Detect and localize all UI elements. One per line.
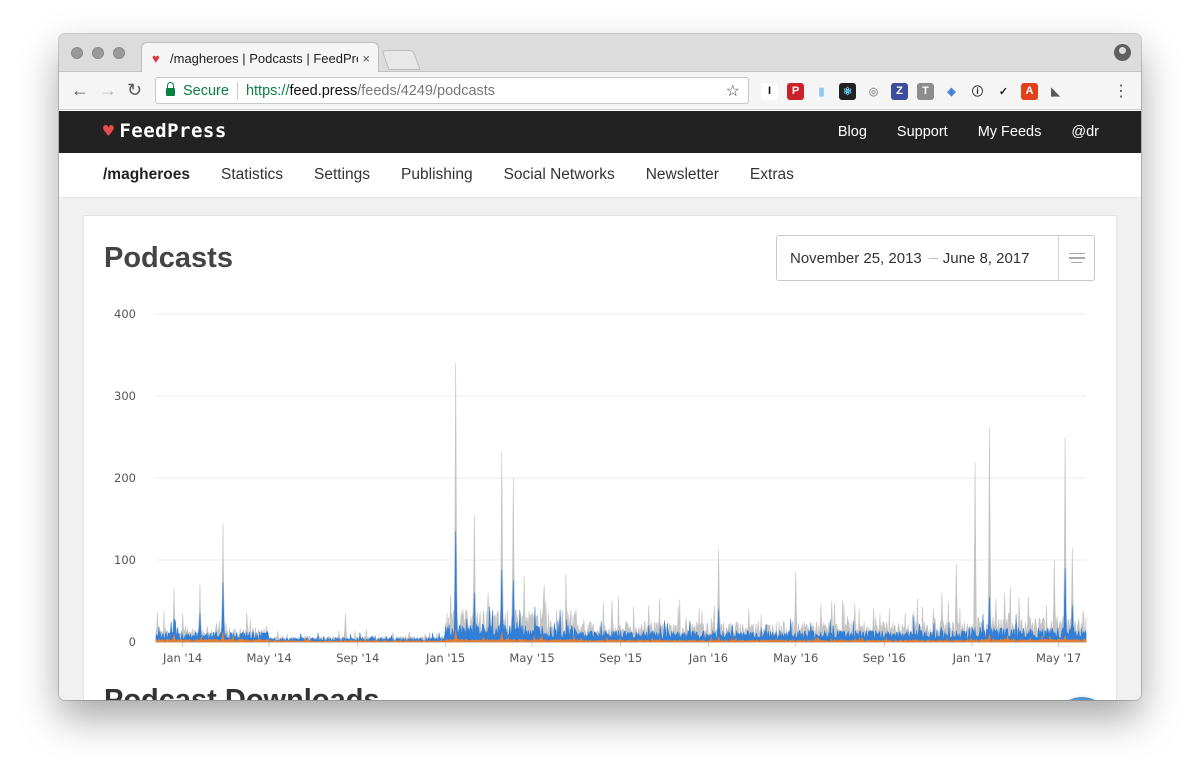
- url-scheme: https://: [245, 82, 290, 99]
- brand-name: FeedPress: [119, 120, 227, 142]
- y-tick-label: 200: [114, 471, 136, 485]
- x-tick-label: Sep '15: [599, 651, 642, 665]
- podcasts-card: Podcasts November 25, 2013 June 8, 2017 …: [83, 215, 1117, 700]
- acrobat-icon[interactable]: A: [1021, 82, 1038, 100]
- browser-tab[interactable]: ♥ /magheroes | Podcasts | FeedPress ×: [141, 42, 379, 73]
- react-icon[interactable]: ⚛: [839, 82, 856, 100]
- x-tick-label: Sep '16: [863, 651, 906, 665]
- feedpress-logo[interactable]: ♥ FeedPress: [103, 120, 227, 142]
- page-viewport: ♥ FeedPress Blog Support My Feeds @dr /m…: [59, 111, 1141, 700]
- filter-lines-icon[interactable]: [1058, 236, 1094, 280]
- secure-label: Secure: [183, 82, 229, 99]
- bookmark-star-icon[interactable]: ☆: [726, 81, 740, 101]
- podcast-chart: 0 100 200 300 400 Jan '14 May '14 Sep '14 Jan '1…: [84, 294, 1118, 679]
- profile-icon[interactable]: [1114, 44, 1131, 61]
- subnav-extras[interactable]: Extras: [750, 166, 794, 184]
- zotero-icon[interactable]: Z: [891, 82, 908, 100]
- feed-subnav: /magheroes Statistics Settings Publishin…: [59, 153, 1141, 198]
- x-tick-label: May '17: [1036, 651, 1081, 665]
- tag-icon[interactable]: ◈: [943, 82, 960, 100]
- nav-blog[interactable]: Blog: [838, 124, 867, 140]
- y-tick-label: 400: [114, 307, 136, 321]
- app-header: ♥ FeedPress Blog Support My Feeds @dr: [59, 111, 1141, 153]
- zoom-window-button[interactable]: [113, 47, 125, 59]
- x-tick-label: Jan '17: [952, 651, 992, 665]
- address-divider: [236, 81, 238, 100]
- x-tick-label: Jan '14: [162, 651, 202, 665]
- header-nav: Blog Support My Feeds @dr: [838, 124, 1099, 140]
- x-tick-label: Sep '14: [336, 651, 379, 665]
- back-arrow-icon[interactable]: ←: [71, 80, 89, 101]
- section-title: Podcast Downloads: [104, 684, 380, 700]
- x-tick-label: May '14: [246, 651, 291, 665]
- nav-user[interactable]: @dr: [1071, 124, 1099, 140]
- date-dash: [928, 257, 938, 259]
- series-area-0: [155, 363, 1087, 643]
- x-tick-label: May '16: [773, 651, 818, 665]
- chart-svg: 0 100 200 300 400 Jan '14 May '14 Sep '14 Jan '1…: [114, 307, 1087, 665]
- tab-bar: ♥ /magheroes | Podcasts | FeedPress ×: [59, 34, 1141, 73]
- extension-icons: I P ▮ ⚛ ◎ Z T ◈ ⓘ ✓ A ◣: [761, 81, 1064, 101]
- reload-icon[interactable]: ↻: [127, 80, 142, 101]
- info-icon[interactable]: ⓘ: [969, 82, 986, 100]
- lock-icon: [166, 82, 175, 96]
- window-controls: [71, 47, 125, 59]
- popsicle-icon[interactable]: ▮: [813, 82, 830, 100]
- y-tick-label: 100: [114, 553, 136, 567]
- url-host: feed.press: [289, 82, 358, 99]
- new-tab-button[interactable]: [381, 50, 421, 70]
- date-range-picker[interactable]: November 25, 2013 June 8, 2017: [776, 235, 1095, 281]
- subnav-newsletter[interactable]: Newsletter: [646, 166, 719, 184]
- minimize-window-button[interactable]: [92, 47, 104, 59]
- x-tick-label: May '15: [509, 651, 554, 665]
- y-tick-label: 300: [114, 389, 136, 403]
- menu-kebab-icon[interactable]: ⋮: [1113, 81, 1129, 101]
- date-start: November 25, 2013: [790, 249, 922, 267]
- heart-logo-icon: ♥: [103, 120, 115, 142]
- browser-toolbar: ← → ↻ Secure https:// feed.press /feeds/…: [59, 72, 1141, 110]
- nav-my-feeds[interactable]: My Feeds: [978, 124, 1042, 140]
- close-window-button[interactable]: [71, 47, 83, 59]
- subnav-social-networks[interactable]: Social Networks: [504, 166, 615, 184]
- x-tick-label: Jan '15: [425, 651, 465, 665]
- feedpress-favicon-icon: ♥: [152, 50, 160, 66]
- nav-support[interactable]: Support: [897, 124, 948, 140]
- text-icon[interactable]: T: [917, 82, 934, 100]
- forward-arrow-icon[interactable]: →: [99, 80, 117, 101]
- y-tick-label: 0: [129, 635, 136, 649]
- browser-window: ♥ /magheroes | Podcasts | FeedPress × ← …: [59, 34, 1141, 700]
- url-path: /feeds/4249/podcasts: [357, 82, 496, 99]
- subnav-statistics[interactable]: Statistics: [221, 166, 283, 184]
- subnav-feed-name[interactable]: /magheroes: [103, 166, 190, 184]
- circle-icon[interactable]: ◎: [865, 82, 882, 100]
- address-bar[interactable]: Secure https:// feed.press /feeds/4249/p…: [155, 77, 749, 104]
- subnav-publishing[interactable]: Publishing: [401, 166, 473, 184]
- tag-dark-icon[interactable]: ◣: [1047, 82, 1064, 100]
- x-tick-label: Jan '16: [688, 651, 728, 665]
- tab-title: /magheroes | Podcasts | FeedPress: [170, 50, 359, 66]
- tab-close-icon[interactable]: ×: [362, 51, 370, 66]
- check-circle-icon[interactable]: ✓: [995, 82, 1012, 100]
- subnav-settings[interactable]: Settings: [314, 166, 370, 184]
- pinterest-icon[interactable]: P: [787, 82, 804, 100]
- instapaper-icon[interactable]: I: [761, 82, 778, 100]
- date-end: June 8, 2017: [942, 249, 1030, 267]
- page-title: Podcasts: [104, 242, 233, 274]
